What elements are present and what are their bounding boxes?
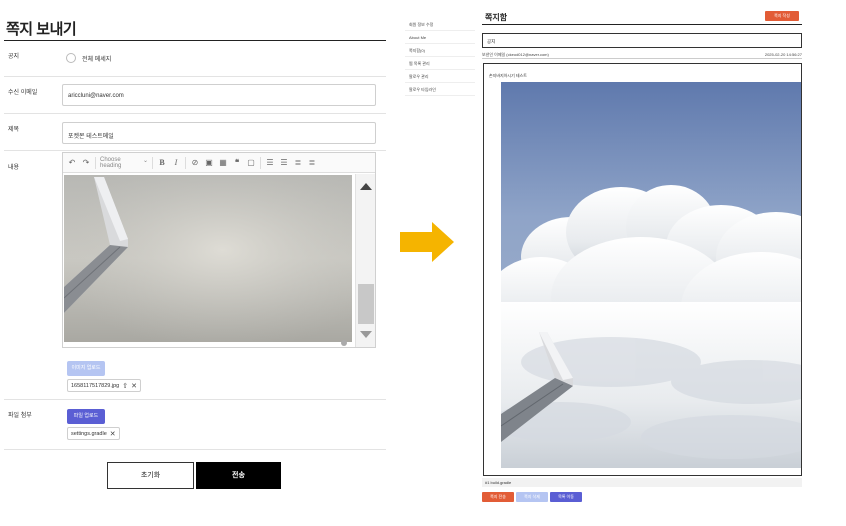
notice-label: 공지 <box>8 54 20 60</box>
meta-divider <box>482 58 802 59</box>
link-icon[interactable]: ⊘ <box>190 158 200 168</box>
cloud-airplane-photo <box>501 82 801 468</box>
reply-button[interactable]: 쪽지 전송 <box>482 492 514 502</box>
page: 쪽지 보내기 공지 전체 메세지 수신 이메일 ariccluni@naver.… <box>0 0 846 526</box>
menu-item-about-me[interactable]: About Me <box>405 31 475 44</box>
notice-option-label: 전체 메세지 <box>82 56 112 63</box>
write-note-button[interactable]: 쪽지 작성 <box>765 11 799 21</box>
remove-file-icon[interactable]: ✕ <box>110 430 116 438</box>
message-image-cloud-wing <box>501 82 801 468</box>
menu-item-edit-profile[interactable]: 회원 정보 수정 <box>405 18 475 31</box>
recipient-email-field[interactable]: ariccluni@naver.com <box>62 84 376 106</box>
chevron-down-icon: ⌄ <box>142 157 148 164</box>
outdent-icon[interactable]: ≣ <box>293 158 303 168</box>
message-attachment[interactable]: #1 build.gradle <box>482 478 802 487</box>
heading-placeholder: Choose heading <box>100 156 122 169</box>
image-file-name: 1658117517829.jpg <box>71 382 120 389</box>
message-body-text: 손지바지아시기 테스트 <box>489 73 527 78</box>
page-title: 쪽지 보내기 <box>6 21 77 38</box>
upload-icon[interactable]: ⇧ <box>122 382 128 390</box>
editor-scrollbar[interactable] <box>355 174 375 347</box>
italic-button[interactable]: I <box>171 158 181 168</box>
toolbar-separator <box>260 156 261 169</box>
rich-text-editor[interactable]: ↶ ↷ Choose heading ⌄ B I ⊘ ▣ ▦ ❝ ▢ ☰ ☰ ≣… <box>62 152 376 348</box>
attachment-row: 파일 첨부 <box>4 400 386 450</box>
menu-item-follow-timeline[interactable]: 팔로우 타임라인 <box>405 83 475 96</box>
scrollbar-thumb[interactable] <box>358 284 374 324</box>
content-label: 내용 <box>8 165 20 171</box>
image-icon[interactable]: ▣ <box>204 158 214 168</box>
menu-item-mailbox[interactable]: 쪽지함(0) <box>405 44 475 57</box>
mailbox-title-divider <box>482 24 802 25</box>
editor-toolbar: ↶ ↷ Choose heading ⌄ B I ⊘ ▣ ▦ ❝ ▢ ☰ ☰ ≣… <box>63 153 375 173</box>
toolbar-separator <box>185 156 186 169</box>
editor-content-area[interactable] <box>63 174 375 347</box>
recipient-label: 수신 이메일 <box>8 90 38 96</box>
send-button[interactable]: 전송 <box>196 462 281 489</box>
mailbox-title: 쪽지함 <box>485 13 508 22</box>
notice-radio[interactable] <box>66 53 76 63</box>
message-subject: 공지 <box>482 33 802 48</box>
indent-icon[interactable]: ≣ <box>307 158 317 168</box>
table-icon[interactable]: ▦ <box>218 158 228 168</box>
media-icon[interactable]: ▢ <box>246 158 256 168</box>
delete-button[interactable]: 쪽지 삭제 <box>516 492 548 502</box>
airplane-wing-photo <box>64 175 352 342</box>
heading-dropdown[interactable]: Choose heading ⌄ <box>100 157 148 169</box>
quote-icon[interactable]: ❝ <box>232 158 242 168</box>
notice-option[interactable]: 전체 메세지 <box>66 53 111 63</box>
bold-button[interactable]: B <box>157 158 167 168</box>
subject-label: 제목 <box>8 127 20 133</box>
reset-button[interactable]: 초기화 <box>107 462 194 489</box>
numbered-list-icon[interactable]: ☰ <box>279 158 289 168</box>
right-arrow-icon <box>400 222 454 262</box>
undo-icon[interactable]: ↶ <box>67 158 77 168</box>
toolbar-separator <box>95 156 96 169</box>
remove-file-icon[interactable]: ✕ <box>131 382 137 390</box>
message-body: 손지바지아시기 테스트 <box>483 63 802 476</box>
scroll-down-arrow-icon[interactable] <box>360 331 372 338</box>
menu-item-wishlist[interactable]: 찜 목록 관리 <box>405 57 475 70</box>
list-button[interactable]: 목록 이동 <box>550 492 582 502</box>
redo-icon[interactable]: ↷ <box>81 158 91 168</box>
inserted-image-airplane-wing[interactable] <box>64 175 352 342</box>
file-upload-button[interactable]: 파일 업로드 <box>67 409 105 424</box>
notice-row: 공지 전체 메세지 <box>4 41 386 77</box>
bulleted-list-icon[interactable]: ☰ <box>265 158 275 168</box>
attached-file-name: settings.gradle <box>71 430 107 437</box>
attached-file-chip: settings.gradle ✕ <box>67 427 120 440</box>
subject-field[interactable]: 포켓몬 테스트메일 <box>62 122 376 144</box>
image-resize-handle[interactable] <box>341 340 347 346</box>
image-upload-button[interactable]: 이미지 업로드 <box>67 361 105 376</box>
mypage-sidebar-menu: 회원 정보 수정 About Me 쪽지함(0) 찜 목록 관리 팔로우 관리 … <box>405 18 475 96</box>
attachment-label: 파일 첨부 <box>8 413 32 419</box>
image-file-chip: 1658117517829.jpg ⇧ ✕ <box>67 379 141 392</box>
menu-item-follow-manage[interactable]: 팔로우 관리 <box>405 70 475 83</box>
scroll-up-arrow-icon[interactable] <box>360 183 372 190</box>
toolbar-separator <box>152 156 153 169</box>
